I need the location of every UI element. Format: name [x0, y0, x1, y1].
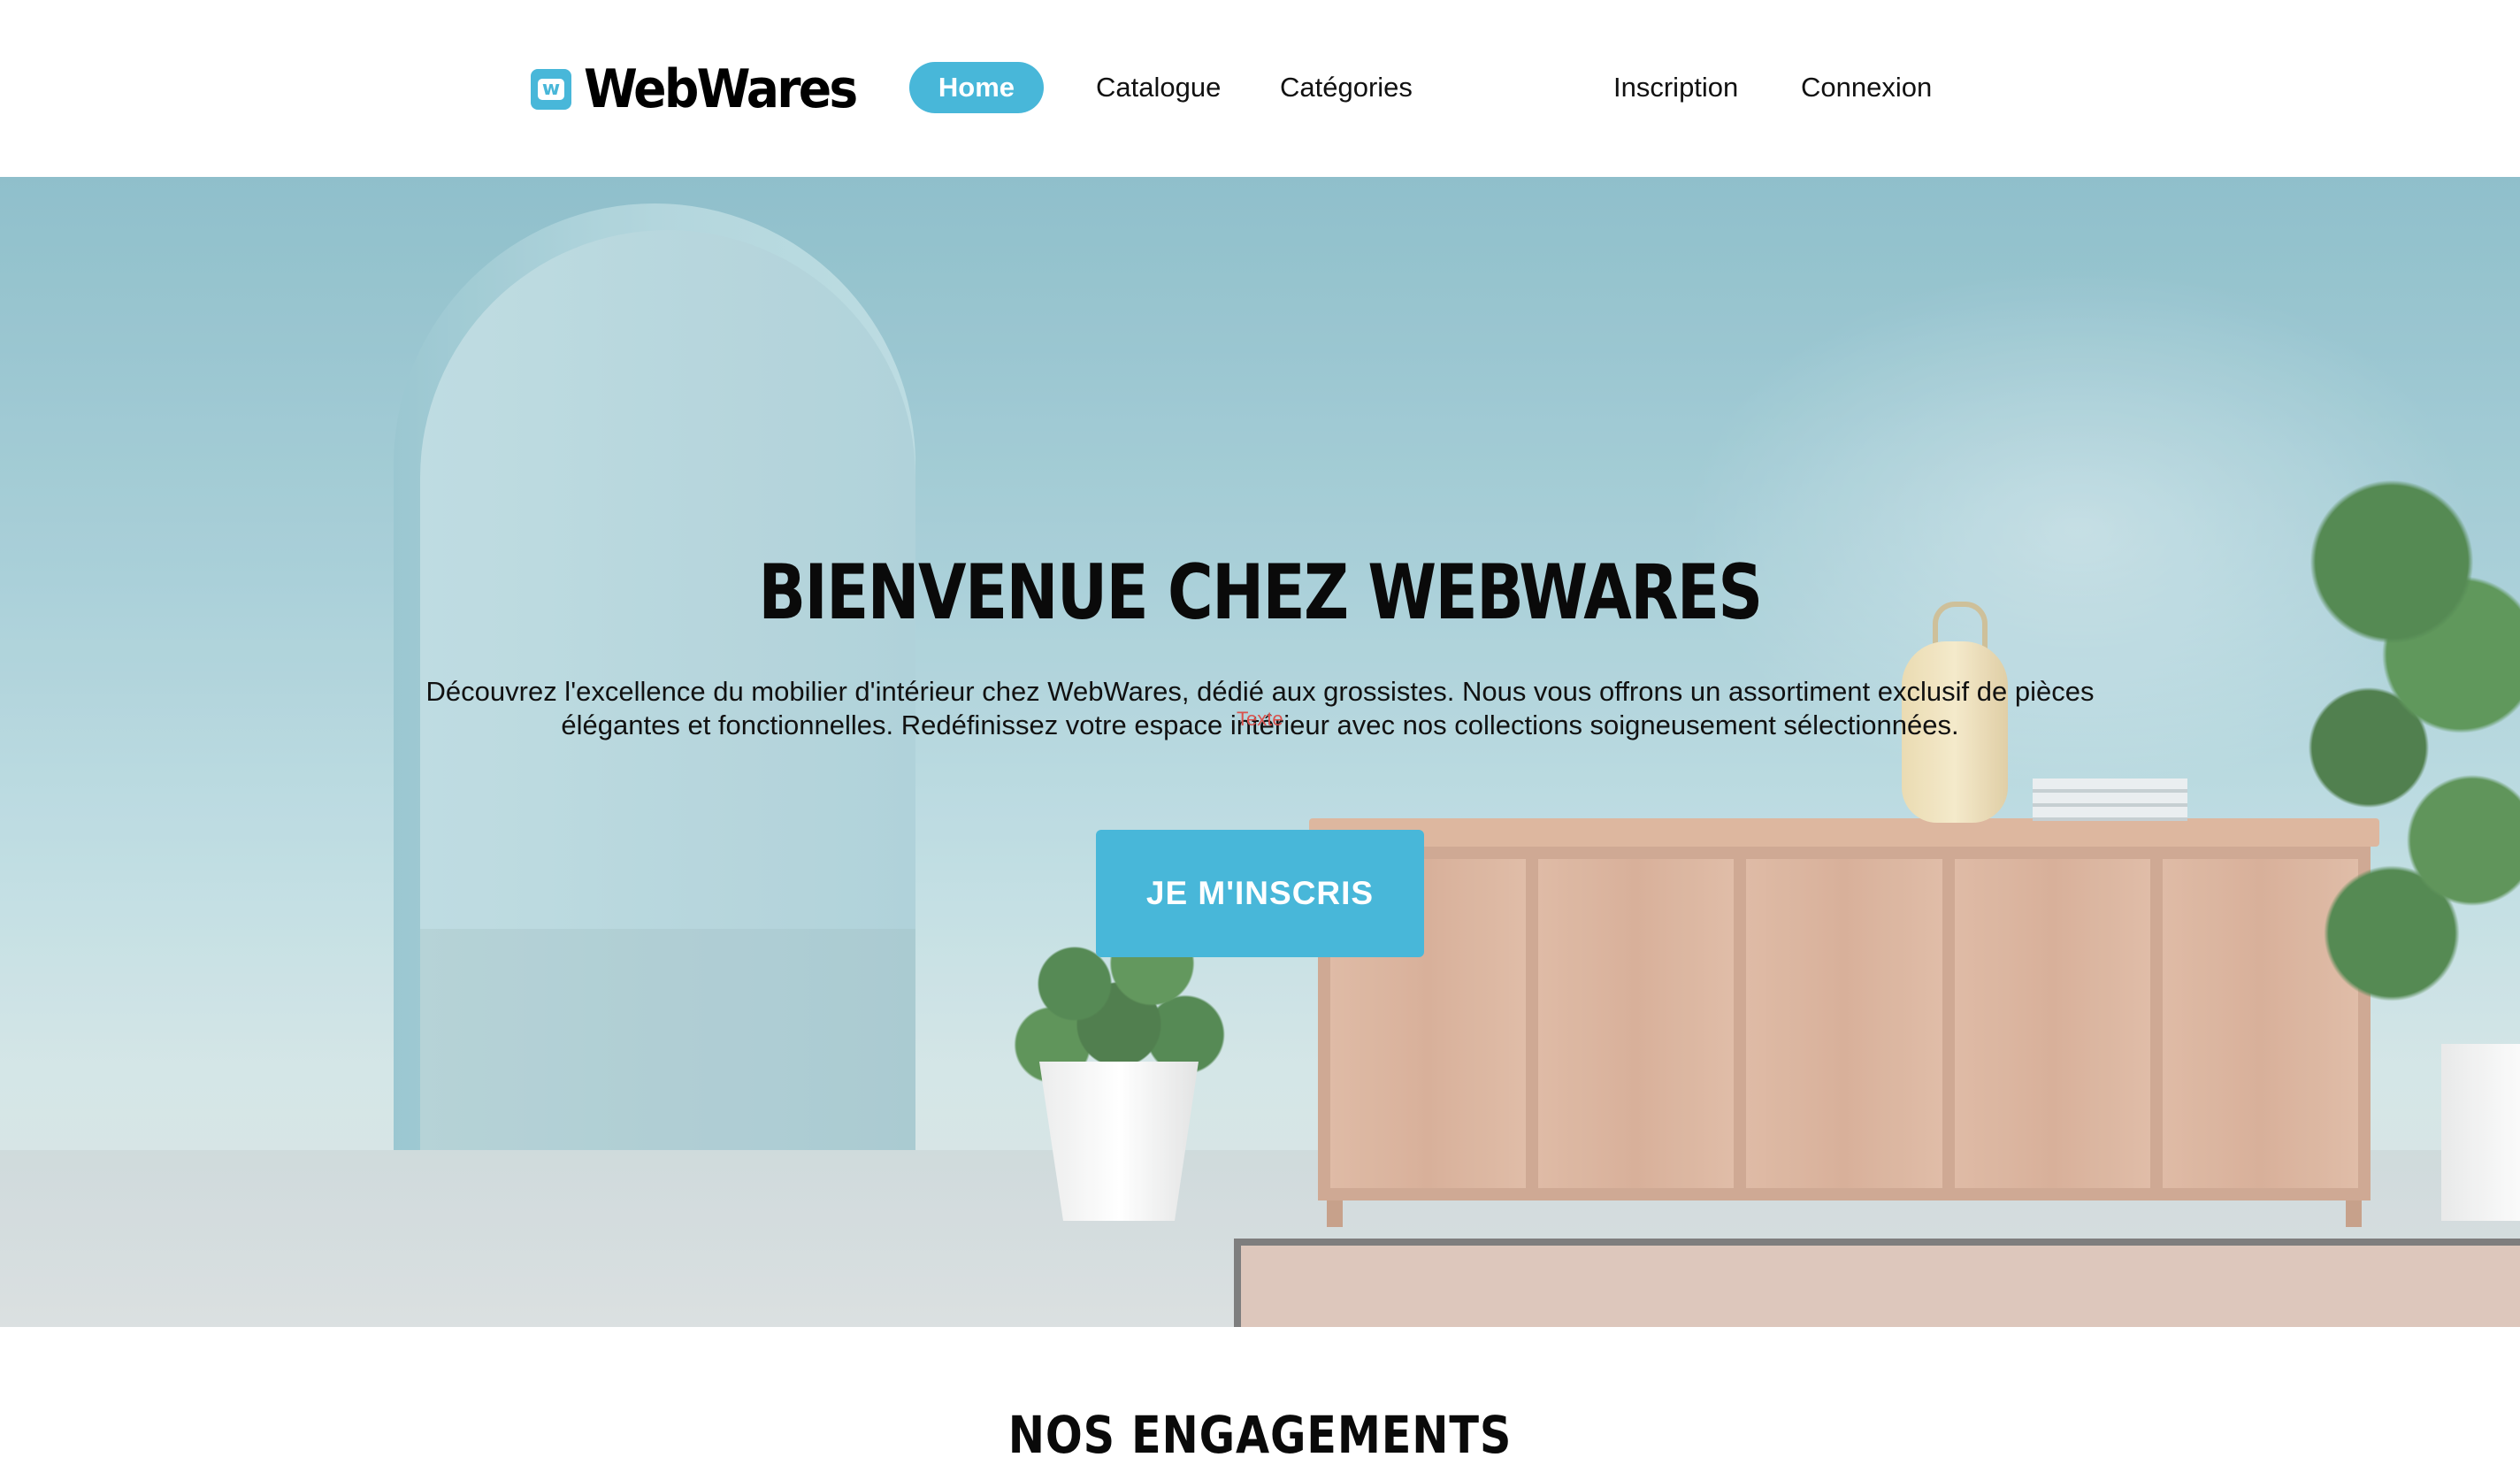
brand-logo[interactable]: w WebWares: [531, 58, 879, 120]
signup-button[interactable]: JE M'INSCRIS: [1096, 830, 1424, 957]
nav-inscription-link[interactable]: Inscription: [1613, 62, 1738, 113]
brand-name: WebWares: [584, 58, 858, 120]
hero-description-line-1: Découvrez l'excellence du mobilier d'int…: [425, 676, 2095, 707]
hero-title: BIENVENUE CHEZ WEBWARES: [758, 548, 1763, 637]
nav-categories-link[interactable]: Catégories: [1280, 62, 1413, 113]
placeholder-text-tag: Texte: [1237, 708, 1283, 730]
w-square-icon: w: [531, 69, 571, 110]
section-title: NOS ENGAGEMENTS: [1007, 1405, 1513, 1465]
nav-home-link[interactable]: Home: [909, 62, 1044, 113]
site-header: w WebWares Home Catalogue Catégories Ins…: [0, 0, 2520, 177]
nav-connexion-link[interactable]: Connexion: [1801, 62, 1932, 113]
hero-banner: BIENVENUE CHEZ WEBWARES Découvrez l'exce…: [0, 177, 2520, 1327]
nav-catalogue-link[interactable]: Catalogue: [1096, 62, 1221, 113]
